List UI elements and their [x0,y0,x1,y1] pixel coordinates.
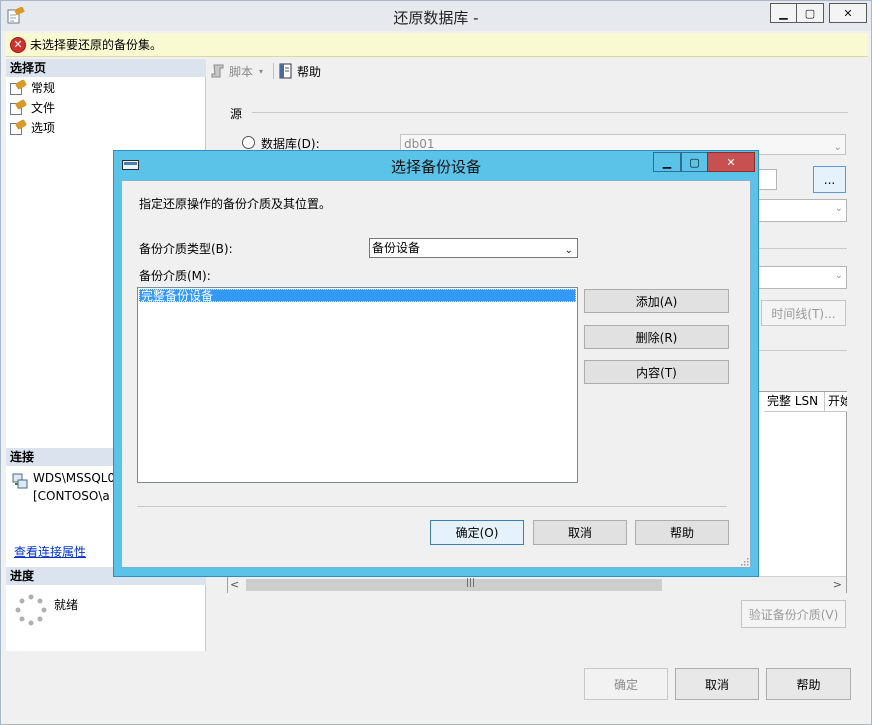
dialog-cancel-button[interactable]: 取消 [533,520,627,545]
help-label: 帮助 [297,64,322,79]
connection-user-text: [CONTOSO\a [33,489,110,503]
section-divider [747,248,847,249]
add-button[interactable]: 添加(A) [584,289,729,313]
close-button[interactable]: ✕ [829,3,867,23]
dialog-divider [137,506,727,507]
section-divider [252,112,848,113]
device-database-select[interactable]: ⌄ [747,199,847,222]
error-message-bar: ✕ 未选择要还原的备份集。 [6,33,868,57]
select-page-header: 选择页 [6,59,206,77]
scrollbar-grip-icon: ||| [466,578,476,588]
grid-column-header[interactable]: 完整 LSN [764,392,825,412]
help-icon [279,63,292,79]
scroll-left-icon[interactable]: < [230,578,239,591]
database-select-value: db01 [404,137,435,151]
dialog-ok-button[interactable]: 确定(O) [430,520,524,545]
dialog-minimize-button[interactable]: ▁ [653,152,681,172]
database-radio[interactable] [242,136,255,149]
backup-media-type-label: 备份介质类型(B): [139,242,233,256]
maximize-button[interactable]: ▢ [796,3,824,23]
dialog-maximize-button[interactable]: ▢ [681,152,708,172]
page-settings-icon [10,118,28,135]
window-title: 还原数据库 - [393,9,479,27]
page-item-options[interactable]: 选项 [10,118,55,137]
scroll-right-icon[interactable]: > [833,578,842,591]
verify-backup-media-button[interactable]: 验证备份介质(V) [741,600,846,628]
contents-button[interactable]: 内容(T) [584,360,729,384]
dialog-description: 指定还原操作的备份介质及其位置。 [139,197,332,211]
resize-grip-icon[interactable] [739,556,749,566]
chevron-down-icon: ⌄ [833,142,842,153]
error-icon: ✕ [10,36,26,53]
toolbar: 脚本 ▾ 帮助 [207,59,868,83]
script-icon [211,64,224,78]
minimize-button[interactable]: ▁ [770,3,797,23]
dialog-body: 指定还原操作的备份介质及其位置。 备份介质类型(B): 备份设备 ⌄ 备份介质(… [121,180,751,568]
dialog-close-button[interactable]: ✕ [707,152,755,172]
page-item-files[interactable]: 文件 [10,98,55,117]
horizontal-scrollbar[interactable]: < ||| > [228,576,846,593]
timeline-button[interactable]: 时间线(T)... [761,300,846,326]
backup-media-label: 备份介质(M): [139,269,211,283]
remove-button[interactable]: 删除(R) [584,325,729,349]
help-button[interactable]: 帮助 [766,668,851,700]
page-item-label: 选项 [31,121,56,135]
chevron-down-icon: ▾ [259,66,264,76]
grid-column-header[interactable]: 开始 [825,392,847,412]
script-label: 脚本 [229,64,254,79]
script-button[interactable]: 脚本 ▾ [210,63,267,80]
view-connection-properties-link[interactable]: 查看连接属性 [14,543,86,560]
page-item-general[interactable]: 常规 [10,78,55,97]
ok-button[interactable]: 确定 [584,668,668,700]
chevron-down-icon: ⌄ [834,270,843,281]
backup-media-type-value: 备份设备 [372,241,421,255]
page-settings-icon [10,78,28,95]
progress-spinner-icon [15,594,47,626]
title-bar[interactable]: 还原数据库 - ▁ ▢ ✕ [1,1,871,31]
browse-device-button[interactable]: ... [813,166,846,193]
cancel-button[interactable]: 取消 [675,668,759,700]
chevron-down-icon: ⌄ [564,245,573,256]
select-backup-devices-dialog: 选择备份设备 ▁ ▢ ✕ 指定还原操作的备份介质及其位置。 备份介质类型(B):… [113,150,759,577]
error-message-text: 未选择要还原的备份集。 [30,38,163,52]
backup-media-list[interactable]: 完整备份设备 [137,287,578,483]
section-divider [747,350,847,351]
scrollbar-thumb[interactable]: ||| [246,578,662,591]
chevron-down-icon: ⌄ [834,203,843,214]
progress-status-text: 就绪 [54,598,79,612]
source-section-label: 源 [230,107,243,121]
page-settings-icon [10,98,28,115]
target-database-select[interactable]: ⌄ [747,266,847,289]
backup-media-type-select[interactable]: 备份设备 ⌄ [369,238,578,258]
page-item-label: 文件 [31,101,56,115]
server-connection-icon [12,473,28,489]
dialog-help-button[interactable]: 帮助 [635,520,729,545]
list-item[interactable]: 完整备份设备 [139,289,576,303]
page-item-label: 常规 [31,81,56,95]
toolbar-separator [273,63,275,79]
help-toolbar-button[interactable]: 帮助 [278,63,321,80]
connection-server-text: WDS\MSSQL0 [33,471,116,485]
